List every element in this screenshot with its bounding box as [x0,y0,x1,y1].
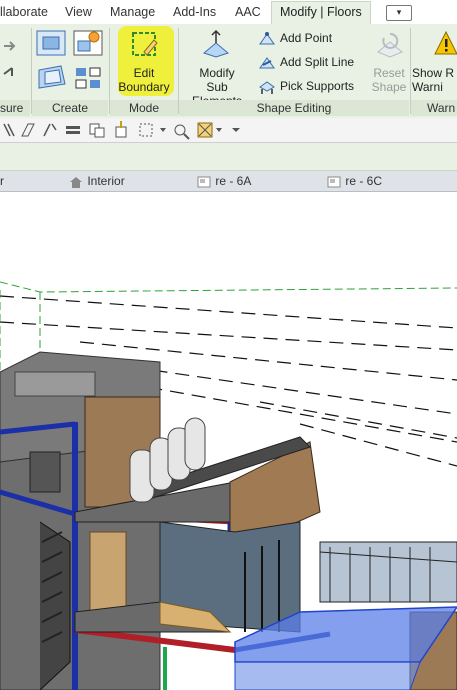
split-icon[interactable] [66,126,80,134]
tab-view[interactable]: View [65,2,92,22]
add-split-line-button[interactable]: Add Split Line [258,52,354,72]
add-point-icon [258,31,280,45]
view-tab-label: re - 6A [215,174,252,188]
measure-tool-icon[interactable] [2,32,22,85]
panel-title-shape-editing: Shape Editing [179,100,409,116]
warning-icon [434,30,457,59]
edit-boundary-icon [130,30,160,63]
panel-title-measure: sure [0,100,30,116]
view-tab-6c[interactable]: re - 6C [326,173,382,189]
measure-icon[interactable] [174,124,190,140]
show-warnings-button[interactable]: Show R Warni [412,66,457,94]
modify-tools-row [0,118,457,143]
pin-icon[interactable] [115,121,127,138]
tab-modify-floors[interactable]: Modify | Floors [271,1,371,25]
ribbon-panel-area: sure Create Edit Boundary Mode Modify Su… [0,24,457,118]
view-tab-label: re - 6C [345,174,383,188]
tab-collaborate[interactable]: llaborate [0,2,48,22]
view-tab-label: Interior [87,174,125,188]
reset-shape-button[interactable]: Reset Shape [364,66,414,94]
add-point-label: Add Point [280,31,333,45]
create-assembly-icon[interactable] [35,62,69,97]
ribbon-tab-bar: llaborate View Manage Add-Ins AAC Modify… [0,0,457,25]
align-icon[interactable] [3,123,15,137]
hide-element-icon[interactable] [197,122,213,138]
selected-floor-lower [234,661,421,690]
view-tab-bar: r Interior re - 6A re - 6C [0,171,457,192]
view-tab-interior[interactable]: Interior [68,173,125,189]
building-model [0,281,457,690]
create-group-icon[interactable] [72,62,106,97]
create-parts-icon[interactable] [72,27,106,62]
edit-boundary-button[interactable]: Edit Boundary [114,66,174,94]
3d-viewport[interactable] [0,192,457,690]
home-icon [68,174,84,188]
plan-view-icon [196,174,212,188]
chevron-down-icon[interactable] [216,128,240,132]
panel-title-create: Create [32,100,108,116]
mirror-icon[interactable] [43,123,57,137]
reset-shape-icon [375,30,405,63]
add-split-line-label: Add Split Line [280,55,355,69]
create-similar-icon[interactable] [35,27,69,62]
panel-toggle-button[interactable]: ▾ [386,5,412,21]
tab-add-ins[interactable]: Add-Ins [173,2,216,22]
scale-icon[interactable] [139,123,166,137]
view-tab-partial[interactable]: r [0,173,4,189]
add-point-button[interactable]: Add Point [258,28,332,48]
copy-icon[interactable] [89,123,105,138]
add-split-line-icon [258,55,280,69]
tab-manage[interactable]: Manage [110,2,155,22]
offset-icon[interactable] [21,123,35,137]
options-bar [0,143,457,171]
tab-aac[interactable]: AAC [235,2,261,22]
panel-title-warnings: Warn [411,100,457,116]
pick-supports-icon [258,79,280,94]
view-tab-6a[interactable]: re - 6A [196,173,251,189]
pick-supports-label: Pick Supports [280,79,355,93]
plan-view-icon [326,174,342,188]
panel-title-mode: Mode [110,100,178,116]
modify-sub-elements-icon [200,29,232,62]
pick-supports-button[interactable]: Pick Supports [258,76,354,96]
